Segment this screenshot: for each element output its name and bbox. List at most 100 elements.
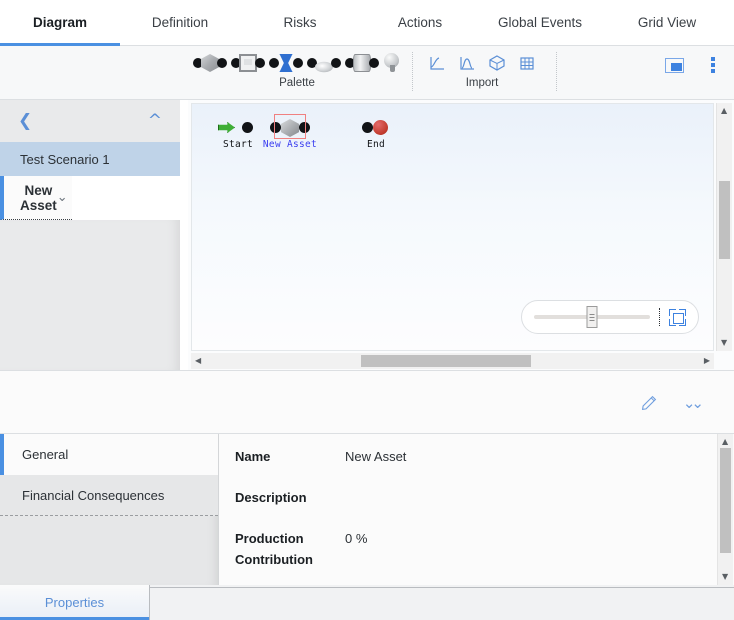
palette-icon-row xyxy=(192,50,402,76)
zoom-divider xyxy=(659,308,660,326)
properties-tab-label: Financial Consequences xyxy=(22,487,165,503)
zoom-control xyxy=(521,300,699,334)
bottom-tab-label: Properties xyxy=(44,595,105,610)
selection-box xyxy=(274,114,306,139)
properties-header: ⌄⌄ xyxy=(0,371,734,434)
chevron-up-icon[interactable]: ^ xyxy=(148,112,162,130)
tab-actions[interactable]: Actions xyxy=(360,0,480,45)
import-shape[interactable] xyxy=(486,52,508,74)
curve-chart-icon xyxy=(430,56,444,70)
properties-tab-list: General Financial Consequences xyxy=(0,434,219,585)
properties-field-list: Name New Asset Description Production Co… xyxy=(219,434,734,585)
property-key: Production Contribution xyxy=(235,531,313,567)
chevron-left-icon[interactable]: ❮ xyxy=(18,112,32,130)
import-group-label: Import xyxy=(465,77,499,89)
tab-grid-view-label: Grid View xyxy=(637,15,697,30)
property-value: New Asset xyxy=(345,449,407,464)
property-row-production-contribution: Production Contribution 0 % xyxy=(235,528,734,570)
tab-diagram-label: Diagram xyxy=(32,15,88,30)
properties-tab-general[interactable]: General xyxy=(0,434,218,475)
panel-layout-icon[interactable] xyxy=(665,57,684,73)
property-row-name: Name New Asset xyxy=(235,446,734,467)
canvas-hscroll-thumb[interactable] xyxy=(361,355,531,367)
pencil-edit-icon[interactable] xyxy=(641,395,657,411)
canvas-node-end[interactable]: End xyxy=(340,116,412,150)
tab-diagram[interactable]: Diagram xyxy=(0,0,120,46)
properties-vertical-scrollbar[interactable]: ▲ ▼ xyxy=(717,434,733,585)
palette-node-equipment[interactable] xyxy=(230,52,266,74)
fit-to-screen-icon[interactable] xyxy=(669,308,686,326)
properties-tab-financial-consequences[interactable]: Financial Consequences xyxy=(0,475,218,516)
tab-global-events[interactable]: Global Events xyxy=(480,0,600,45)
scenario-tree-sidebar: ❮ ^ Test Scenario 1 New Asset ⌄ xyxy=(0,100,180,370)
tab-definition-label: Definition xyxy=(151,15,209,30)
green-arrow-icon xyxy=(218,122,235,133)
property-key: Name xyxy=(235,449,271,464)
toolbar-divider-2 xyxy=(556,52,558,91)
sidebar-nav-bar: ❮ ^ xyxy=(0,100,180,142)
palette-group: Palette xyxy=(192,46,402,90)
palette-node-valve[interactable] xyxy=(268,52,304,74)
scroll-up-arrow-icon[interactable]: ▲ xyxy=(722,438,728,446)
properties-header-actions: ⌄⌄ xyxy=(641,395,704,411)
scroll-right-arrow-icon[interactable]: ▶ xyxy=(704,357,710,365)
canvas-horizontal-scrollbar[interactable]: ◀ ▶ xyxy=(191,353,714,369)
scroll-left-arrow-icon[interactable]: ◀ xyxy=(195,357,201,365)
sidebar-item-label: New Asset xyxy=(20,182,57,213)
canvas-vertical-scrollbar[interactable]: ▲ ▼ xyxy=(716,103,732,351)
tab-grid-view[interactable]: Grid View xyxy=(600,0,734,45)
bottom-tab-filler xyxy=(150,587,734,620)
diagram-canvas[interactable]: Start New Asset End xyxy=(191,103,714,351)
import-icon-row xyxy=(426,50,538,76)
property-value: 0 % xyxy=(345,531,368,546)
scroll-down-arrow-icon[interactable]: ▼ xyxy=(721,339,727,347)
canvas-vscroll-thumb[interactable] xyxy=(719,181,730,259)
properties-tab-label: General xyxy=(22,447,69,462)
scroll-up-arrow-icon[interactable]: ▲ xyxy=(721,107,727,115)
properties-body: General Financial Consequences Name New … xyxy=(0,434,734,585)
import-group: Import xyxy=(426,46,538,90)
palette-node-tank[interactable] xyxy=(344,52,380,74)
toolbar-divider xyxy=(412,52,414,91)
property-key: Description xyxy=(235,490,307,505)
end-node-glyph xyxy=(340,116,412,138)
toolbar-right-tools xyxy=(665,56,720,74)
sidebar-item-label: Test Scenario 1 xyxy=(20,151,110,167)
tab-definition[interactable]: Definition xyxy=(120,0,240,45)
grid-table-icon xyxy=(520,56,534,70)
canvas-node-label: New Asset xyxy=(262,139,318,150)
black-port-dot xyxy=(242,122,253,133)
main-tab-bar: Diagram Definition Risks Actions Global … xyxy=(0,0,734,46)
sidebar-item-new-asset[interactable]: New Asset ⌄ xyxy=(0,176,72,220)
sidebar-empty-area xyxy=(0,220,180,370)
palette-node-source[interactable] xyxy=(382,52,402,74)
import-grid[interactable] xyxy=(516,52,538,74)
diamond-shape-icon xyxy=(489,55,505,71)
double-chevron-down-icon[interactable]: ⌄⌄ xyxy=(683,395,704,411)
property-row-description: Description xyxy=(235,487,734,508)
canvas-node-new-asset[interactable]: New Asset xyxy=(254,114,326,150)
palette-node-asset[interactable] xyxy=(192,52,228,74)
more-options-icon[interactable] xyxy=(706,56,720,74)
sidebar-item-test-scenario-1[interactable]: Test Scenario 1 xyxy=(0,142,180,176)
diagram-toolbar: Palette Import xyxy=(0,46,734,100)
chevron-down-icon[interactable]: ⌄ xyxy=(57,190,68,205)
red-circle-icon xyxy=(373,120,388,135)
palette-group-label: Palette xyxy=(279,77,315,89)
diagram-workspace: ❮ ^ Test Scenario 1 New Asset ⌄ Start Ne… xyxy=(0,100,734,370)
zoom-slider-handle[interactable] xyxy=(586,306,598,328)
import-distribution[interactable] xyxy=(456,52,478,74)
properties-panel: ⌄⌄ General Financial Consequences Name N… xyxy=(0,370,734,585)
tab-global-events-label: Global Events xyxy=(497,15,583,30)
scroll-down-arrow-icon[interactable]: ▼ xyxy=(722,573,728,581)
tab-actions-label: Actions xyxy=(397,15,443,30)
tab-risks[interactable]: Risks xyxy=(240,0,360,45)
bottom-tab-properties[interactable]: Properties xyxy=(0,585,150,620)
zoom-slider[interactable] xyxy=(534,306,650,328)
properties-vscroll-thumb[interactable] xyxy=(720,448,731,553)
canvas-node-label: End xyxy=(366,139,386,150)
distribution-icon xyxy=(460,56,474,70)
diagram-canvas-container: Start New Asset End ▲ ▼ ◀ ▶ xyxy=(188,100,734,370)
palette-node-disc[interactable] xyxy=(306,52,342,74)
import-curve[interactable] xyxy=(426,52,448,74)
